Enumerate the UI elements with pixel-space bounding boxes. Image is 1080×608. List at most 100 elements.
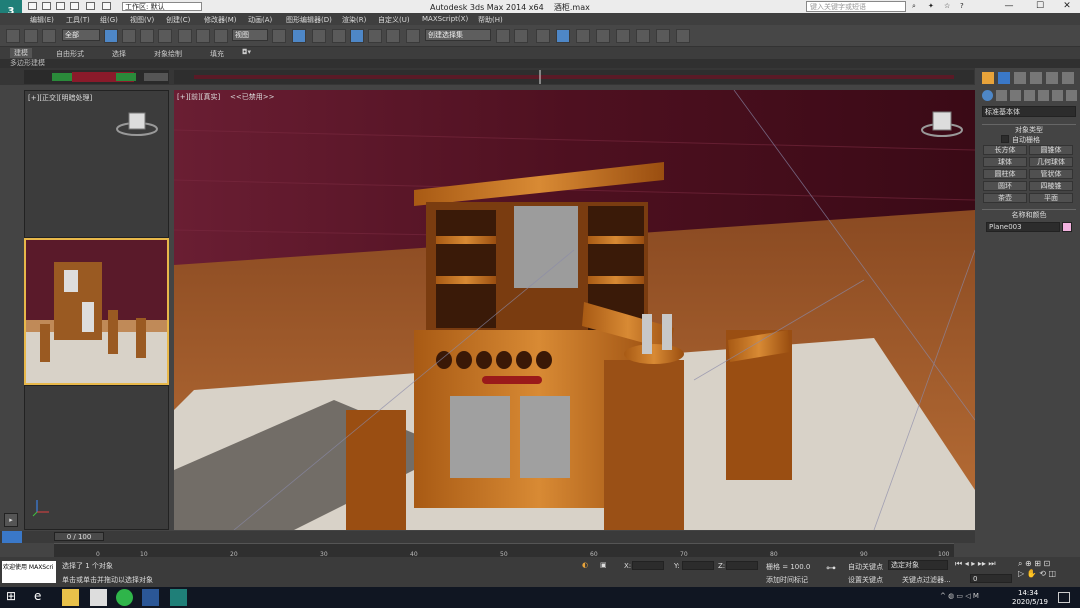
key-icon[interactable]: ✦ [928, 2, 938, 11]
3dsmax-task-icon[interactable] [170, 589, 187, 606]
geometry-icon[interactable] [982, 90, 993, 101]
create-tab-icon[interactable] [982, 72, 994, 84]
layer-explorer-icon[interactable] [536, 29, 550, 43]
main-viewport[interactable]: [+][前][真实] <<已禁用>> [174, 90, 975, 530]
rendered-frame-icon[interactable] [656, 29, 670, 43]
torus-button[interactable]: 圆环 [983, 181, 1027, 191]
tube-button[interactable]: 管状体 [1029, 169, 1073, 179]
main-viewport-label[interactable]: [+][前][真实] [177, 92, 220, 102]
redo-icon[interactable] [86, 2, 95, 10]
category-dropdown[interactable]: 标准基本体 [982, 106, 1076, 117]
project-folder-icon[interactable] [102, 2, 111, 10]
cone-button[interactable]: 圆锥体 [1029, 145, 1073, 155]
menu-maxscript[interactable]: MAXScript(X) [422, 15, 468, 23]
maxscript-listener[interactable]: 欢迎使用 MAXScri [2, 561, 56, 583]
workspace-dropdown[interactable]: 工作区: 默认 [122, 2, 202, 11]
system-tray-icons[interactable]: ^ ◍ ▭ ◁ M [940, 592, 1000, 604]
sphere-button[interactable]: 球体 [983, 157, 1027, 167]
unlink-icon[interactable] [24, 29, 38, 43]
edge-icon[interactable]: e [34, 589, 51, 606]
ribbon-minimize-icon[interactable]: ◘▾ [242, 48, 251, 56]
plane-button[interactable]: 平面 [1029, 193, 1073, 203]
help-icon[interactable]: ? [960, 2, 970, 11]
menu-group[interactable]: 组(G) [100, 15, 118, 25]
left-viewport[interactable]: [+][正交][明暗处理] [24, 90, 169, 238]
lock-selection-icon[interactable]: ▣ [600, 561, 610, 571]
window-crossing-icon[interactable] [158, 29, 172, 43]
object-name-input[interactable]: Plane003 [986, 222, 1060, 232]
main-viewport-sublabel[interactable]: <<已禁用>> [230, 92, 274, 102]
minimize-button[interactable]: — [994, 0, 1024, 13]
hierarchy-tab-icon[interactable] [1014, 72, 1026, 84]
rect-selection-icon[interactable] [140, 29, 154, 43]
align-icon[interactable] [514, 29, 528, 43]
keyboard-shortcut-icon[interactable] [312, 29, 326, 43]
viewcube-main-icon[interactable] [920, 110, 964, 140]
named-selection-dropdown[interactable]: 创建选择集 [425, 29, 491, 41]
clock-time[interactable]: 14:34 [1018, 589, 1038, 597]
wechat-icon[interactable] [116, 589, 133, 606]
polygon-modeling-bar[interactable]: 多边形建模 [0, 59, 1080, 68]
y-coord-field[interactable] [682, 561, 714, 570]
mirror-icon[interactable] [496, 29, 510, 43]
menu-views[interactable]: 视图(V) [130, 15, 154, 25]
perspective-thumbnail-viewport[interactable] [24, 238, 169, 385]
display-tab-icon[interactable] [1046, 72, 1058, 84]
teapot-button[interactable]: 茶壶 [983, 193, 1027, 203]
close-button[interactable]: ✕ [1052, 0, 1080, 13]
rotate-icon[interactable] [196, 29, 210, 43]
new-file-icon[interactable] [28, 2, 37, 10]
selection-set-dropdown[interactable]: 选定对象 [888, 560, 948, 570]
maximize-button[interactable]: ☐ [1025, 0, 1055, 13]
name-color-header[interactable]: 名称和颜色 [982, 209, 1076, 219]
spinner-snap-icon[interactable] [386, 29, 400, 43]
word-icon[interactable] [142, 589, 159, 606]
autogrid-checkbox[interactable] [1001, 135, 1009, 143]
render-production-icon[interactable] [676, 29, 690, 43]
systems-icon[interactable] [1066, 90, 1077, 101]
z-coord-field[interactable] [726, 561, 758, 570]
isolate-selection-icon[interactable]: ◐ [582, 561, 592, 571]
snap-toggle-icon[interactable] [332, 29, 346, 43]
menu-graph-editors[interactable]: 图形编辑器(D) [286, 15, 332, 25]
select-by-name-icon[interactable] [122, 29, 136, 43]
box-button[interactable]: 长方体 [983, 145, 1027, 155]
tab-populate[interactable]: 填充 [210, 49, 224, 59]
angle-snap-icon[interactable] [350, 29, 364, 43]
select-object-icon[interactable] [104, 29, 118, 43]
play-preview-icon[interactable]: ▸ [4, 513, 18, 527]
favorites-icon[interactable]: ☆ [944, 2, 954, 11]
pyramid-button[interactable]: 四棱锥 [1029, 181, 1073, 191]
tab-modeling[interactable]: 建模 [10, 48, 32, 58]
start-icon[interactable]: ⊞ [6, 589, 23, 606]
pivot-center-icon[interactable] [272, 29, 286, 43]
menu-modifiers[interactable]: 修改器(M) [204, 15, 237, 25]
add-time-tag[interactable]: 添加时间标记 [766, 575, 808, 585]
utilities-tab-icon[interactable] [1062, 72, 1074, 84]
geosphere-button[interactable]: 几何球体 [1029, 157, 1073, 167]
modify-tab-icon[interactable] [998, 72, 1010, 84]
viewcube-icon[interactable] [115, 111, 159, 137]
clock-date[interactable]: 2020/5/19 [1012, 598, 1048, 606]
ribbon-toggle-icon[interactable] [556, 29, 570, 43]
time-slider[interactable] [0, 531, 975, 543]
material-editor-icon[interactable] [616, 29, 630, 43]
curve-editor-icon[interactable] [576, 29, 590, 43]
menu-customize[interactable]: 自定义(U) [378, 15, 410, 25]
ref-coord-dropdown[interactable]: 视图 [232, 29, 268, 41]
render-strip[interactable] [174, 70, 974, 84]
tab-freeform[interactable]: 自由形式 [56, 49, 84, 59]
render-setup-icon[interactable] [636, 29, 650, 43]
tab-selection[interactable]: 选择 [112, 49, 126, 59]
cameras-icon[interactable] [1024, 90, 1035, 101]
scale-icon[interactable] [214, 29, 228, 43]
viewport-nav-controls[interactable]: ⌕ ⊕ ⊞ ⊡ ▷ ✋ ⟲ ◫ [1018, 559, 1078, 583]
percent-snap-icon[interactable] [368, 29, 382, 43]
move-icon[interactable] [178, 29, 192, 43]
spacewarps-icon[interactable] [1052, 90, 1063, 101]
edit-named-sel-icon[interactable] [406, 29, 420, 43]
auto-key-button[interactable]: 自动关键点 [848, 562, 883, 572]
menu-tools[interactable]: 工具(T) [66, 15, 90, 25]
bind-spacewarp-icon[interactable] [42, 29, 56, 43]
key-mode-icon[interactable]: ⊶ [826, 563, 842, 577]
